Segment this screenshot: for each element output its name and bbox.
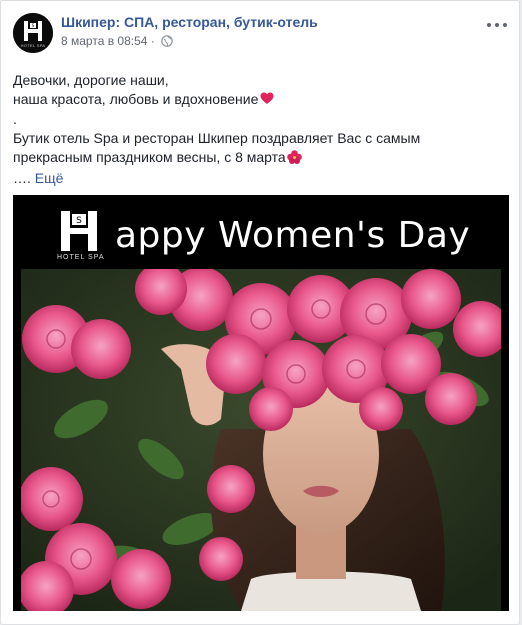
post-timestamp[interactable]: 8 марта в 08:54 — [61, 34, 147, 48]
ellipsis-icon — [503, 23, 507, 27]
more-options-button[interactable] — [485, 15, 509, 35]
hotel-logo-icon: S — [61, 211, 97, 251]
svg-text:S: S — [32, 23, 35, 28]
logo-caption: HOTEL SPA — [57, 254, 105, 261]
post-image[interactable]: S HOTEL SPA appy Women's Day — [13, 195, 509, 611]
avatar[interactable]: S HOTEL SPA — [13, 13, 53, 53]
post-text: Девочки, дорогие наши, наша красота, люб… — [13, 71, 509, 188]
post-text-line: наша красота, любовь и вдохновение — [13, 90, 509, 110]
avatar-sub-text: HOTEL SPA — [20, 43, 46, 48]
see-more-link[interactable]: Ещё — [35, 170, 64, 186]
ellipsis-icon — [487, 23, 491, 27]
ellipsis-text: …. — [13, 170, 31, 186]
post-text-line: Девочки, дорогие наши, — [13, 72, 169, 88]
women-with-roses-photo — [21, 269, 501, 611]
post-text-line: . — [13, 111, 17, 127]
post-text-line: прекрасным праздником весны, с 8 марта — [13, 148, 509, 169]
image-banner: S HOTEL SPA appy Women's Day — [13, 195, 509, 269]
heart-icon — [260, 91, 274, 110]
page-name-link[interactable]: Шкипер: СПА, ресторан, бутик-отель — [61, 14, 318, 30]
post-meta: 8 марта в 08:54 · — [61, 34, 173, 50]
banner-title: appy Women's Day — [115, 215, 471, 256]
globe-icon[interactable] — [161, 35, 173, 50]
post-text-line: Бутик отель Spa и ресторан Шкипер поздра… — [13, 130, 421, 146]
post-header: S HOTEL SPA Шкипер: СПА, ресторан, бутик… — [13, 13, 509, 57]
hibiscus-icon — [286, 150, 302, 169]
see-more-row: …. Ещё — [13, 169, 509, 188]
post-card: S HOTEL SPA Шкипер: СПА, ресторан, бутик… — [0, 0, 520, 625]
ellipsis-icon — [495, 23, 499, 27]
svg-text:S: S — [76, 216, 82, 226]
